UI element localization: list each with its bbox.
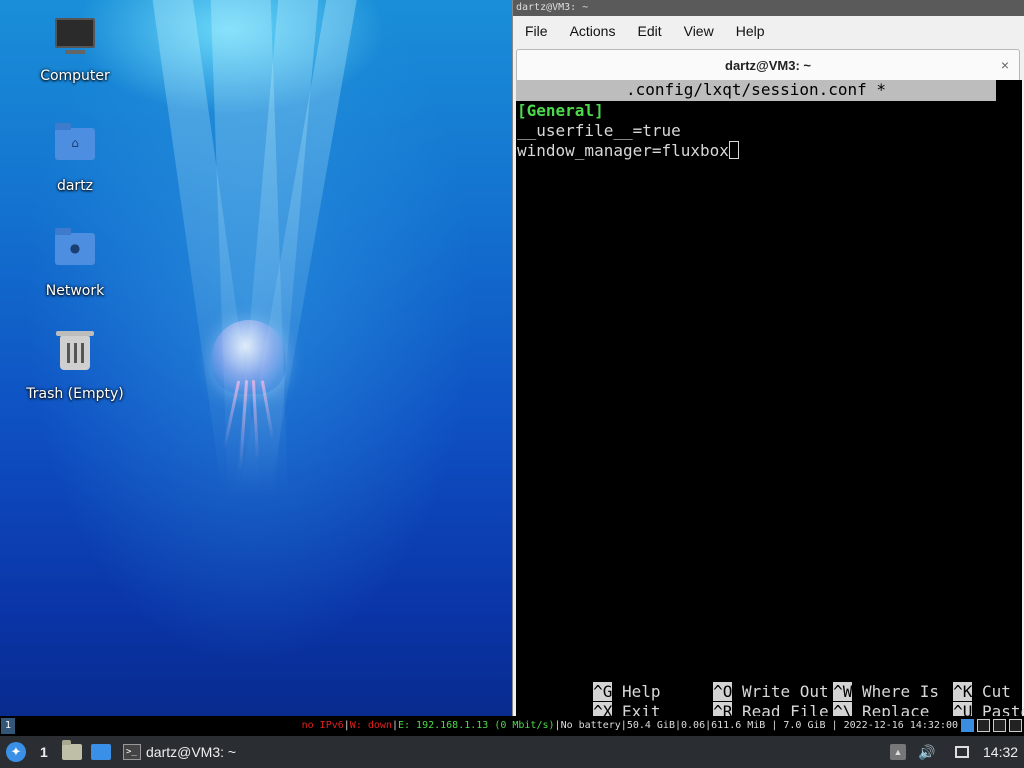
memory-status: 611.6 MiB (711, 720, 766, 731)
terminal-window: dartz@VM3: ~ File Actions Edit View Help… (512, 0, 1024, 721)
terminal-console[interactable]: .config/lxqt/session.conf * [General] __… (516, 80, 1024, 721)
menu-file[interactable]: File (525, 23, 548, 39)
task-label: dartz@VM3: ~ (146, 744, 237, 760)
window-icon[interactable] (1009, 719, 1022, 732)
lxqt-menu-icon: ✦ (6, 742, 26, 762)
trash-icon (53, 331, 97, 380)
shortcut-write-out: ^O Write Out (713, 682, 829, 701)
ethernet-status: E: 192.168.1.13 (0 Mbit/s) (397, 720, 555, 731)
jellyfish-wallpaper-art (212, 320, 288, 470)
datetime-status: 2022-12-16 14:32:00 (843, 720, 958, 731)
window-icon[interactable] (961, 719, 974, 732)
desktop-icon-label: dartz (56, 178, 94, 194)
disk-status: 50.4 GiB (626, 720, 675, 731)
window-title: dartz@VM3: ~ (516, 2, 589, 13)
desktop-icon-label: Network (45, 283, 105, 299)
window-icon[interactable] (977, 719, 990, 732)
total-memory-status: 7.0 GiB (783, 720, 826, 731)
clock[interactable]: 14:32 (983, 736, 1018, 768)
file-line: window_manager=fluxbox (516, 141, 1022, 161)
terminal-icon: >_ (123, 744, 141, 760)
nano-shortcut-bar: ^G Help ^O Write Out ^W Where Is ^K Cut ^X … (516, 662, 1024, 721)
file-line: [General] (517, 101, 604, 120)
main-menu-button[interactable]: ✦ (6, 736, 26, 768)
quicklaunch-file-manager[interactable] (62, 736, 82, 768)
menu-actions[interactable]: Actions (570, 23, 616, 39)
task-button-terminal[interactable]: >_ dartz@VM3: ~ (123, 736, 236, 768)
file-manager-icon (62, 740, 82, 760)
shortcut-help: ^G Help (593, 682, 661, 701)
desktop-icon-label: Computer (40, 68, 110, 84)
desktop-icon-label: Trash (Empty) (26, 386, 124, 402)
load-status: 0.06 (681, 720, 706, 731)
desktop-number: 1 (40, 744, 48, 760)
file-line-text: window_manager=fluxbox (517, 141, 729, 160)
show-desktop-icon (91, 744, 111, 760)
status-line: no IPv6|W: down|E: 192.168.1.13 (0 Mbit/… (301, 720, 958, 731)
window-titlebar[interactable]: dartz@VM3: ~ (513, 0, 1024, 16)
network-icon (955, 746, 969, 758)
desktop-switch[interactable]: 1 (40, 736, 48, 768)
taskbar: ✦ 1 >_ dartz@VM3: ~ ▲ 🔊 14:32 (0, 736, 1024, 768)
battery-status: No battery (560, 720, 621, 731)
shortcut-where-is: ^W Where Is (833, 682, 940, 701)
network-folder-icon: ● (53, 228, 97, 277)
terminal-tab[interactable]: dartz@VM3: ~ × (516, 49, 1020, 80)
desktop-icon-trash[interactable]: Trash (Empty) (20, 330, 130, 402)
workspace-indicator[interactable]: 1 (1, 718, 15, 734)
home-folder-icon: ⌂ (53, 123, 97, 172)
shortcut-row: ^G Help ^O Write Out ^W Where Is ^K Cut (516, 662, 1022, 701)
shortcut-cut: ^K Cut (953, 682, 1011, 701)
menu-bar: File Actions Edit View Help (513, 16, 1024, 46)
desktop-icon-home[interactable]: ⌂ dartz (20, 120, 130, 194)
network-tray-button[interactable] (955, 736, 969, 768)
ipv6-status: no IPv6 (301, 720, 344, 731)
menu-view[interactable]: View (684, 23, 714, 39)
file-line: __userfile__=true (517, 121, 681, 140)
window-icon[interactable] (993, 719, 1006, 732)
menu-edit[interactable]: Edit (637, 23, 661, 39)
status-bar: 1 no IPv6|W: down|E: 192.168.1.13 (0 Mbi… (0, 716, 1024, 736)
text-cursor (728, 141, 739, 159)
status-tray (961, 719, 1022, 732)
desktop-icon-computer[interactable]: Computer (20, 14, 130, 84)
tray-expand-icon: ▲ (890, 744, 906, 760)
tab-bar: dartz@VM3: ~ × (513, 46, 1024, 80)
clock-time: 14:32 (983, 744, 1019, 760)
wireless-status: W: down (349, 720, 392, 731)
quicklaunch-show-desktop[interactable] (91, 736, 111, 768)
nano-file-header: .config/lxqt/session.conf * (516, 80, 996, 101)
close-icon[interactable]: × (1001, 57, 1009, 73)
computer-icon (53, 18, 97, 62)
volume-button[interactable]: 🔊 (918, 736, 936, 768)
tab-label: dartz@VM3: ~ (725, 57, 811, 73)
desktop-icon-network[interactable]: ● Network (20, 225, 130, 299)
menu-help[interactable]: Help (736, 23, 765, 39)
tray-up-arrow[interactable]: ▲ (890, 736, 906, 768)
volume-icon: 🔊 (918, 744, 936, 760)
